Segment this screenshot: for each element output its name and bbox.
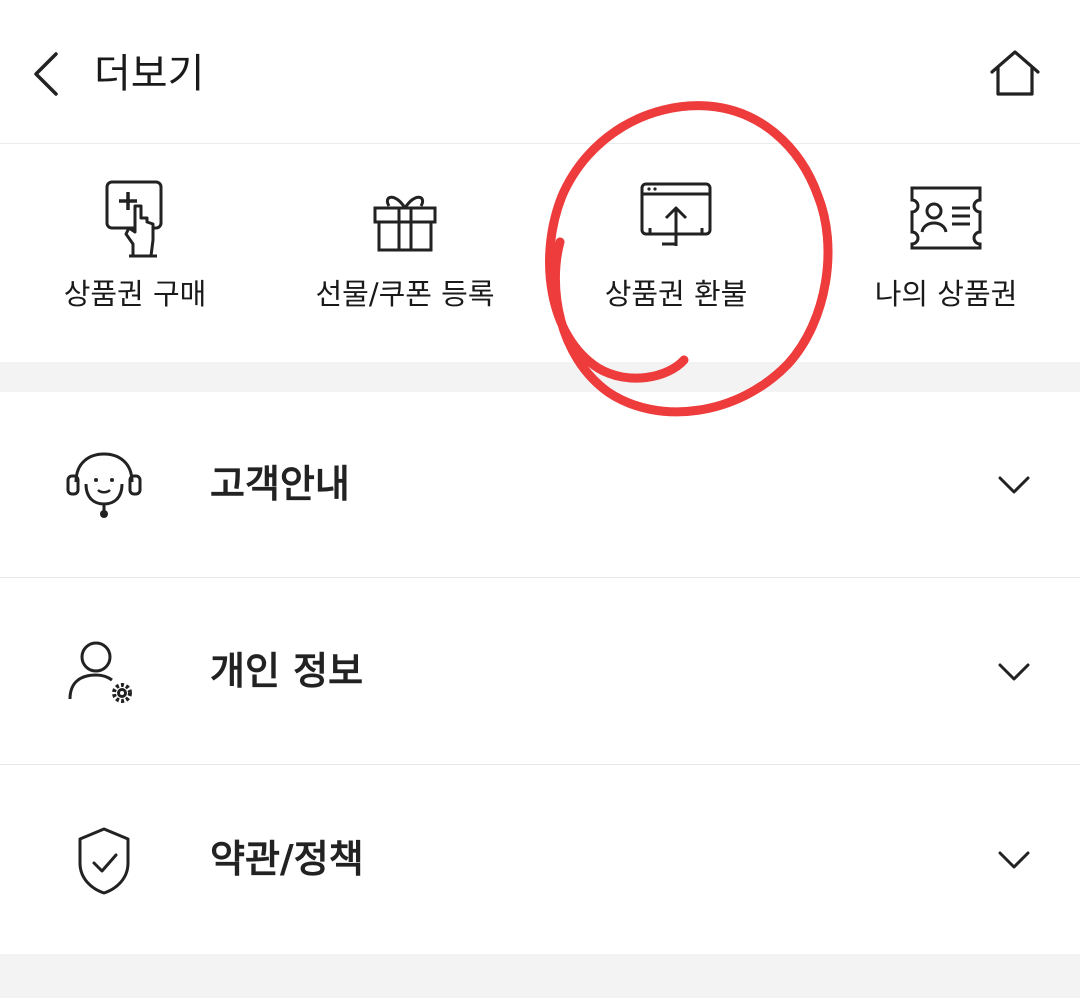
chevron-down-icon[interactable]	[994, 657, 1034, 687]
quick-item-label: 나의 상품권	[874, 277, 1018, 311]
quick-item-gift-register[interactable]: 선물/쿠폰 등록	[290, 144, 520, 362]
page-title: 더보기	[94, 51, 205, 97]
headset-icon	[62, 450, 146, 520]
user-settings-icon	[62, 637, 146, 707]
menu-row-personal-info[interactable]: 개인 정보	[0, 579, 1080, 765]
chevron-down-icon[interactable]	[994, 470, 1034, 500]
menu-row-terms-policy[interactable]: 약관/정책	[0, 767, 1080, 953]
menu-row-label: 고객안내	[210, 462, 350, 506]
menu-row-label: 약관/정책	[210, 837, 364, 881]
refund-upload-icon	[636, 178, 716, 262]
menu-row-label: 개인 정보	[210, 649, 364, 693]
purchase-voucher-icon	[95, 178, 175, 262]
chevron-left-icon	[34, 52, 58, 96]
quick-menu: 상품권 구매 선물/쿠폰 등록 상품권 환불 나의 상품권	[0, 144, 1080, 362]
home-button[interactable]	[986, 46, 1044, 102]
quick-item-label: 선물/쿠폰 등록	[315, 277, 495, 311]
app-header: 더보기	[0, 0, 1080, 144]
chevron-down-icon[interactable]	[994, 845, 1034, 875]
my-voucher-card-icon	[906, 178, 986, 262]
shield-check-icon	[62, 825, 146, 895]
quick-item-my-voucher[interactable]: 나의 상품권	[846, 144, 1046, 362]
quick-item-refund[interactable]: 상품권 환불	[570, 144, 782, 362]
gift-icon	[365, 178, 445, 262]
quick-item-label: 상품권 환불	[604, 277, 748, 311]
bottom-divider	[0, 954, 1080, 998]
quick-item-label: 상품권 구매	[63, 277, 207, 311]
back-button[interactable]	[26, 48, 70, 100]
quick-item-purchase[interactable]: 상품권 구매	[30, 144, 240, 362]
section-divider	[0, 362, 1080, 392]
home-icon	[990, 50, 1040, 96]
menu-row-customer-guide[interactable]: 고객안내	[0, 392, 1080, 578]
